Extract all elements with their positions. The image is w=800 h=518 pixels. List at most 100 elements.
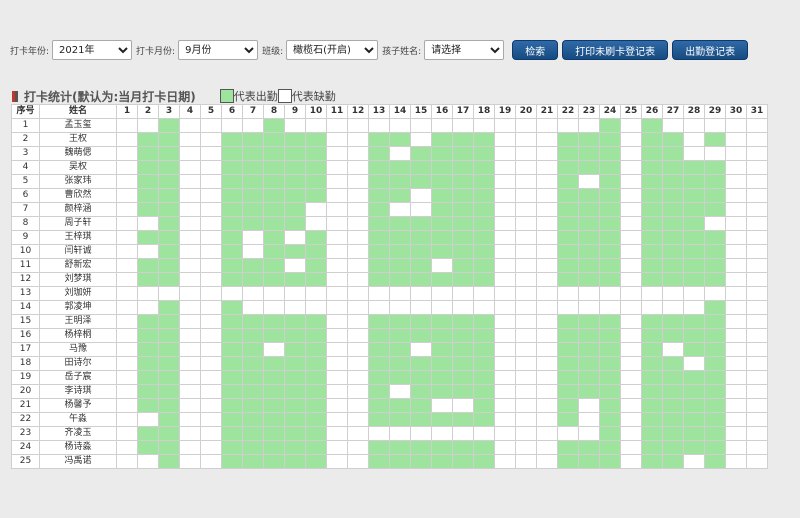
attendance-cell-present xyxy=(704,328,726,343)
attendance-cell-present xyxy=(221,426,243,441)
attendance-cell-absent xyxy=(620,286,642,301)
attendance-cell-absent xyxy=(494,356,516,371)
attendance-cell-absent xyxy=(704,286,726,301)
attendance-cell-absent xyxy=(347,146,369,161)
attendance-cell-absent xyxy=(389,384,411,399)
attendance-cell-absent xyxy=(368,426,390,441)
year-label: 打卡年份: xyxy=(10,46,50,57)
student-name: 闫轩诚 xyxy=(39,244,117,259)
attendance-cell-present xyxy=(641,132,663,147)
attendance-cell-present xyxy=(599,426,621,441)
attendance-cell-present xyxy=(284,328,306,343)
attendance-cell-present xyxy=(452,384,474,399)
attendance-cell-absent xyxy=(305,202,327,217)
attendance-cell-absent xyxy=(515,188,537,203)
table-row: 14 郭凌坤 xyxy=(11,300,768,315)
attendance-cell-present xyxy=(305,244,327,259)
attendance-cell-absent xyxy=(725,244,747,259)
attendance-cell-absent xyxy=(200,160,222,175)
row-index: 9 xyxy=(11,230,40,245)
table-row: 13 刘珈妍 xyxy=(11,286,768,301)
child-select[interactable]: 请选择 xyxy=(424,40,505,60)
attendance-cell-present xyxy=(284,202,306,217)
attendance-cell-present xyxy=(599,216,621,231)
attendance-cell-present xyxy=(578,146,600,161)
attendance-cell-present xyxy=(263,426,285,441)
attendance-cell-present xyxy=(641,230,663,245)
attendance-cell-present xyxy=(473,216,495,231)
row-index: 19 xyxy=(11,370,40,385)
attendance-cell-absent xyxy=(116,300,138,315)
attendance-cell-absent xyxy=(242,118,264,133)
attendance-cell-absent xyxy=(347,426,369,441)
attendance-cell-present xyxy=(641,188,663,203)
attendance-cell-present xyxy=(368,398,390,413)
attendance-cell-present xyxy=(557,244,579,259)
attendance-cell-present xyxy=(221,146,243,161)
attendance-cell-present xyxy=(137,356,159,371)
attendance-cell-absent xyxy=(494,342,516,357)
search-button[interactable]: 检索 xyxy=(512,40,559,60)
table-row: 19 岳子宸 xyxy=(11,370,768,385)
attendance-cell-present xyxy=(158,300,180,315)
attendance-cell-absent xyxy=(515,314,537,329)
print-missing-button[interactable]: 打印未刷卡登记表 xyxy=(562,40,669,60)
attendance-cell-absent xyxy=(179,174,201,189)
class-select[interactable]: 橄榄石(开启) xyxy=(286,40,379,60)
attendance-cell-present xyxy=(242,454,264,469)
attendance-cell-present xyxy=(158,132,180,147)
attendance-cell-present xyxy=(158,258,180,273)
attendance-cell-present xyxy=(599,342,621,357)
attendance-cell-present xyxy=(242,356,264,371)
attendance-cell-absent xyxy=(683,132,705,147)
attendance-cell-present xyxy=(473,272,495,287)
attendance-cell-absent xyxy=(557,426,579,441)
attendance-cell-absent xyxy=(116,314,138,329)
attendance-cell-absent xyxy=(347,314,369,329)
attendance-cell-absent xyxy=(347,370,369,385)
attendance-cell-absent xyxy=(494,160,516,175)
attendance-cell-present xyxy=(242,370,264,385)
attendance-cell-present xyxy=(368,188,390,203)
attendance-cell-absent xyxy=(494,370,516,385)
attendance-cell-absent xyxy=(515,412,537,427)
attendance-cell-absent xyxy=(683,300,705,315)
attendance-cell-present xyxy=(305,370,327,385)
table-row: 3 魏萌偲 xyxy=(11,146,768,161)
attendance-cell-absent xyxy=(515,454,537,469)
attendance-cell-absent xyxy=(620,314,642,329)
attendance-cell-absent xyxy=(179,412,201,427)
attendance-cell-absent xyxy=(410,300,432,315)
attendance-cell-absent xyxy=(494,216,516,231)
day-header: 28 xyxy=(683,104,705,119)
attendance-cell-present xyxy=(368,272,390,287)
attendance-register-button[interactable]: 出勤登记表 xyxy=(672,40,749,60)
student-name: 午淼 xyxy=(39,412,117,427)
attendance-cell-present xyxy=(662,188,684,203)
month-select[interactable]: 9月份 xyxy=(178,40,259,60)
attendance-cell-present xyxy=(704,426,726,441)
attendance-cell-present xyxy=(242,398,264,413)
attendance-cell-present xyxy=(557,272,579,287)
student-name: 舒新宏 xyxy=(39,258,117,273)
attendance-cell-present xyxy=(683,244,705,259)
attendance-cell-absent xyxy=(326,384,348,399)
attendance-cell-present xyxy=(704,174,726,189)
day-header: 20 xyxy=(515,104,537,119)
attendance-cell-present xyxy=(599,202,621,217)
attendance-cell-present xyxy=(431,146,453,161)
attendance-cell-absent xyxy=(221,286,243,301)
attendance-cell-absent xyxy=(326,160,348,175)
year-select[interactable]: 2021年 xyxy=(52,40,133,60)
attendance-cell-present xyxy=(452,356,474,371)
attendance-cell-absent xyxy=(494,258,516,273)
row-index: 16 xyxy=(11,328,40,343)
attendance-cell-present xyxy=(221,174,243,189)
attendance-cell-present xyxy=(284,384,306,399)
attendance-cell-present xyxy=(557,258,579,273)
attendance-cell-present xyxy=(158,426,180,441)
attendance-cell-present xyxy=(221,202,243,217)
attendance-cell-absent xyxy=(494,412,516,427)
attendance-cell-present xyxy=(158,216,180,231)
attendance-cell-present xyxy=(704,412,726,427)
